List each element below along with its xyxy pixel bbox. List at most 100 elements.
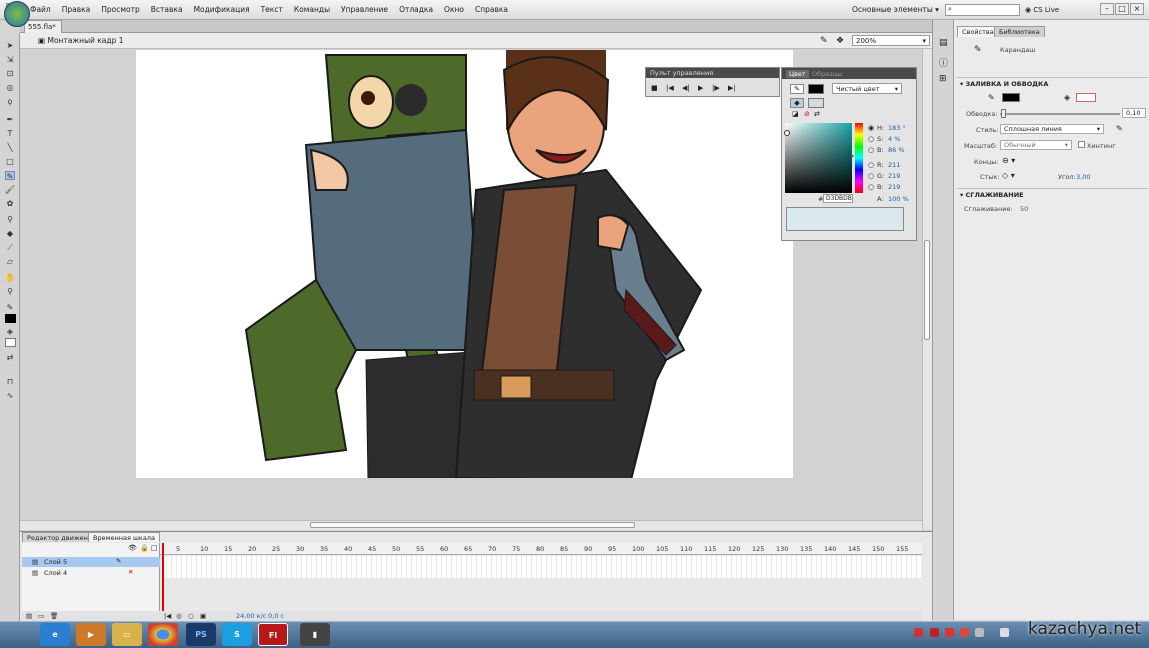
tray-icon[interactable]: [945, 628, 954, 637]
free-transform-tool-icon[interactable]: ⊡: [5, 69, 15, 78]
caps-select[interactable]: ⊖ ▾: [1002, 156, 1015, 165]
eraser-tool-icon[interactable]: ▱: [5, 257, 15, 266]
smoothing-section[interactable]: ▾ СГЛАЖИВАНИЕ: [956, 188, 1148, 199]
pen-tool-icon[interactable]: ✒: [5, 115, 15, 124]
outline-icon[interactable]: □: [151, 544, 158, 552]
stroke-color-swatch-prop[interactable]: [1002, 93, 1020, 102]
menu-window[interactable]: Окно: [444, 5, 464, 14]
swap-colors-icon[interactable]: ⇄: [5, 353, 15, 362]
chrome-icon[interactable]: [148, 623, 178, 646]
fill-color-swatch[interactable]: [5, 338, 16, 347]
menu-help[interactable]: Справка: [475, 5, 508, 14]
subselection-tool-icon[interactable]: ⇲: [5, 55, 15, 64]
onion-skin-icon[interactable]: ◎: [176, 612, 182, 620]
color-panel-fill-swatch[interactable]: [808, 98, 824, 108]
menu-text[interactable]: Текст: [261, 5, 283, 14]
lock-icon[interactable]: 🔒: [140, 544, 149, 552]
controller-panel-title[interactable]: Пульт управления: [646, 68, 779, 78]
menu-edit[interactable]: Правка: [62, 5, 91, 14]
media-player-icon[interactable]: ▶: [76, 623, 106, 646]
eyedropper-tool-icon[interactable]: ⟋: [5, 243, 15, 252]
3d-rotation-tool-icon[interactable]: ◎: [5, 83, 15, 92]
info-panel-icon[interactable]: ⓘ: [939, 56, 948, 69]
scale-select[interactable]: Обычный ▾: [1000, 140, 1072, 150]
hinting-checkbox[interactable]: [1078, 141, 1085, 148]
style-select[interactable]: Сплошная линия ▾: [1000, 124, 1104, 134]
blue-value[interactable]: 219: [888, 183, 900, 191]
zoom-select[interactable]: 200% ▾: [852, 35, 930, 46]
stroke-slider-handle[interactable]: [1001, 109, 1006, 118]
edit-multiple-frames-icon[interactable]: ▣: [200, 612, 206, 620]
menu-insert[interactable]: Вставка: [151, 5, 183, 14]
hex-input[interactable]: D3DBDB: [823, 194, 853, 203]
tray-icon[interactable]: [930, 628, 939, 637]
g-value[interactable]: 219: [888, 172, 900, 180]
smoothing-value[interactable]: 50: [1020, 205, 1028, 213]
maximize-button[interactable]: □: [1115, 3, 1129, 15]
menu-view[interactable]: Просмотр: [101, 5, 140, 14]
workspace-switcher[interactable]: Основные элементы ▾: [852, 5, 939, 14]
cs-live-button[interactable]: ◉ CS Live: [1025, 6, 1059, 14]
menu-modify[interactable]: Модификация: [194, 5, 250, 14]
fill-bucket-icon[interactable]: ◆: [790, 98, 804, 108]
fill-type-select[interactable]: Чистый цвет ▾: [832, 83, 902, 94]
close-button[interactable]: ×: [1130, 3, 1144, 15]
tab-swatches[interactable]: Образцы: [812, 70, 842, 78]
lasso-tool-icon[interactable]: ϙ: [5, 97, 15, 106]
scene-breadcrumb[interactable]: ▣ Монтажный кадр 1: [38, 36, 123, 45]
stroke-width-input[interactable]: 0,10: [1122, 108, 1146, 118]
tray-icon[interactable]: [975, 628, 984, 637]
step-back-icon[interactable]: ◀|: [682, 84, 690, 92]
g-radio[interactable]: ○: [868, 172, 874, 180]
stroke-color-icon[interactable]: ✎: [5, 303, 15, 312]
color-panel-stroke-swatch[interactable]: [808, 84, 824, 94]
menu-commands[interactable]: Команды: [294, 5, 330, 14]
brush-tool-icon[interactable]: 🖌: [5, 185, 15, 194]
onion-outline-icon[interactable]: ○: [188, 612, 194, 620]
frame-ruler[interactable]: 5 10 15 20 25 30 35 40 45 50 55 60 65 70…: [160, 543, 922, 555]
zoom-tool-icon[interactable]: ⚲: [5, 287, 15, 296]
h-value[interactable]: 183 °: [888, 124, 906, 132]
rectangle-tool-icon[interactable]: □: [5, 157, 15, 166]
photoshop-icon[interactable]: PS: [186, 623, 216, 646]
deco-tool-icon[interactable]: ✿: [5, 199, 15, 208]
alpha-value[interactable]: 100 %: [888, 195, 909, 203]
hidden-x-icon[interactable]: ✕: [128, 568, 133, 576]
tab-timeline[interactable]: Временная шкала: [88, 532, 160, 542]
snap-magnet-icon[interactable]: ⊓: [5, 377, 15, 386]
step-forward-icon[interactable]: |▶: [712, 84, 720, 92]
stroke-slider[interactable]: [1000, 113, 1120, 115]
center-frame-icon[interactable]: |◀: [164, 612, 171, 620]
stroke-pencil-icon[interactable]: ✎: [790, 84, 804, 94]
color-picker-handle[interactable]: [784, 130, 790, 136]
blue-radio[interactable]: ○: [868, 183, 874, 191]
selection-tool-icon[interactable]: ➤: [5, 41, 15, 50]
s-radio[interactable]: ○: [868, 135, 874, 143]
r-value[interactable]: 211: [888, 161, 900, 169]
no-color-icon[interactable]: ⊘: [804, 110, 810, 118]
layer-row-5[interactable]: ▤ Слой 5 ✎: [22, 557, 160, 567]
play-icon[interactable]: ▶: [698, 84, 703, 92]
frame-rate[interactable]: 24,00 к/с: [236, 612, 266, 620]
rewind-icon[interactable]: |◀: [666, 84, 674, 92]
edit-scene-icon[interactable]: ✎: [820, 36, 828, 46]
transform-panel-icon[interactable]: ⊞: [939, 74, 947, 84]
flash-icon[interactable]: Fl: [258, 623, 288, 646]
tray-icon[interactable]: [1000, 628, 1009, 637]
paint-bucket-tool-icon[interactable]: ◆: [5, 229, 15, 238]
tab-color[interactable]: Цвет: [786, 70, 809, 78]
start-button[interactable]: [4, 1, 30, 27]
stage-canvas[interactable]: [136, 50, 793, 482]
new-layer-icon[interactable]: ▤: [26, 612, 32, 620]
edit-stroke-style-icon[interactable]: ✎: [1116, 124, 1123, 133]
smooth-option-icon[interactable]: ∿: [5, 391, 15, 400]
skype-icon[interactable]: S: [222, 623, 252, 646]
align-panel-icon[interactable]: ▤: [939, 38, 948, 48]
swap-fill-stroke-icon[interactable]: ⇄: [814, 110, 820, 118]
menu-file[interactable]: Файл: [30, 5, 51, 14]
layer-name[interactable]: Слой 5: [44, 558, 67, 566]
stage-horizontal-scroll-thumb[interactable]: [310, 522, 635, 528]
angle-value[interactable]: 3,00: [1076, 173, 1090, 181]
r-radio[interactable]: ○: [868, 161, 874, 169]
stroke-color-swatch[interactable]: [5, 314, 16, 323]
